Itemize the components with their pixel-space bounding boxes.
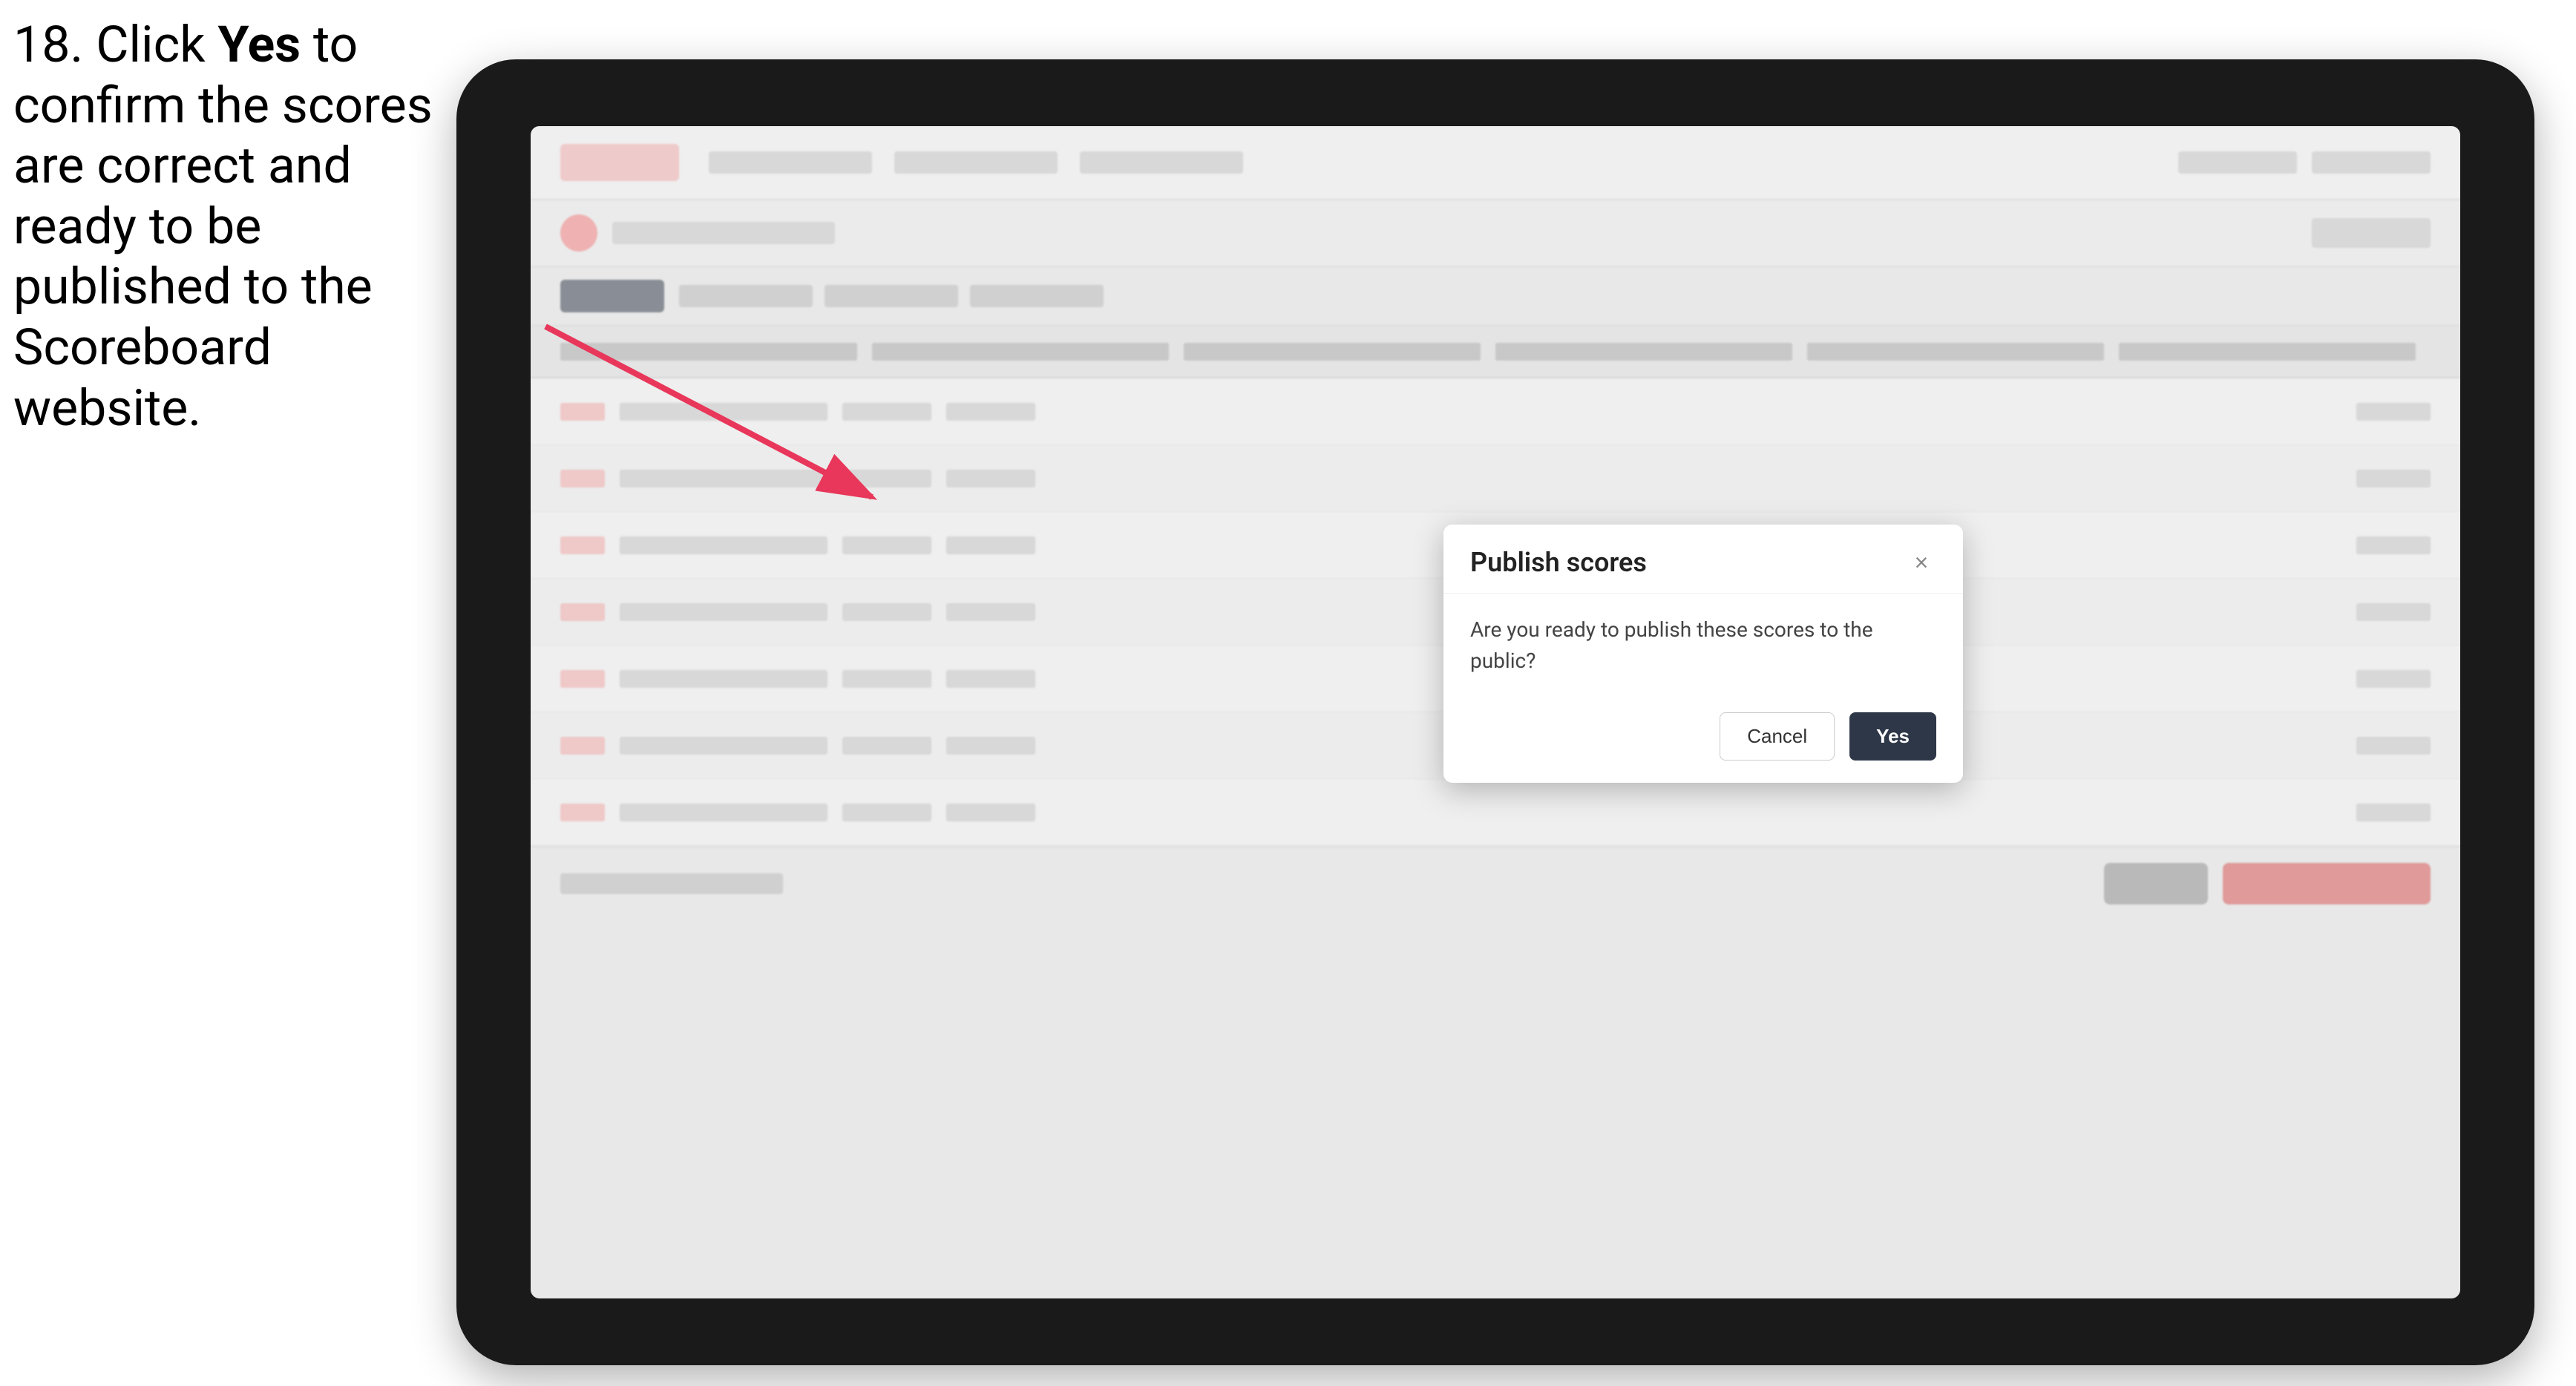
- cancel-button[interactable]: Cancel: [1720, 712, 1835, 761]
- dialog-header: Publish scores ×: [1443, 525, 1963, 594]
- dialog-close-button[interactable]: ×: [1907, 548, 1936, 577]
- dialog-title: Publish scores: [1470, 547, 1647, 578]
- instruction-text: 18. Click Yes to confirm the scores are …: [13, 15, 451, 439]
- dialog-footer: Cancel Yes: [1443, 697, 1963, 783]
- yes-button[interactable]: Yes: [1849, 712, 1936, 761]
- dialog-overlay: Publish scores × Are you ready to publis…: [531, 126, 2460, 1298]
- bold-yes: Yes: [218, 15, 301, 74]
- step-number: 18.: [13, 15, 83, 74]
- publish-scores-dialog: Publish scores × Are you ready to publis…: [1443, 525, 1963, 783]
- dialog-message: Are you ready to publish these scores to…: [1443, 594, 1963, 697]
- tablet-device: Publish scores × Are you ready to publis…: [456, 59, 2534, 1365]
- tablet-screen: Publish scores × Are you ready to publis…: [531, 126, 2460, 1298]
